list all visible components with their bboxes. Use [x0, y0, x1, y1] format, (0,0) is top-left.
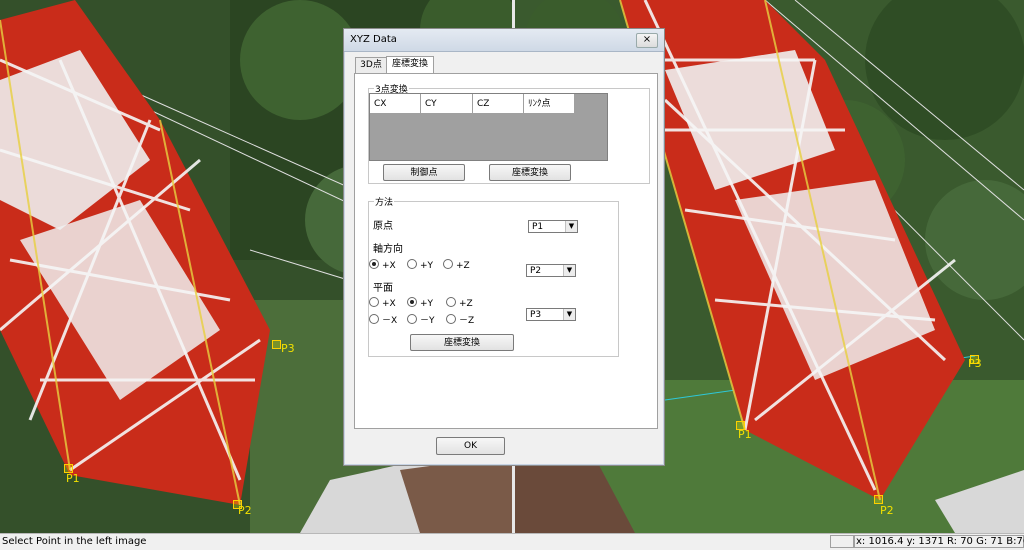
grid-header-link-point[interactable]: ﾘﾝｸ点 [524, 94, 575, 114]
radio-dot [407, 314, 417, 324]
tab-coordinate-transform[interactable]: 座標変換 [386, 56, 434, 74]
chevron-down-icon: ▼ [563, 309, 575, 320]
ok-button[interactable]: OK [436, 437, 505, 455]
radio-dot [407, 259, 417, 269]
method-group: 方法 原点 P1 ▼ 軸方向 +X +Y +Z P2 ▼ 平面 +X +Y +Z… [368, 195, 619, 357]
axis-radio-plus-y[interactable]: +Y [407, 259, 433, 271]
dialog-title: XYZ Data [350, 34, 397, 45]
chevron-down-icon: ▼ [565, 221, 577, 232]
dialog-titlebar[interactable]: XYZ Data × [344, 29, 664, 52]
axis-select[interactable]: P2 ▼ [526, 264, 576, 277]
origin-select-value: P1 [532, 222, 544, 232]
origin-label: 原点 [373, 221, 393, 232]
point-marker-p2[interactable] [874, 495, 883, 504]
plane-radio-minus-y[interactable]: －Y [407, 313, 435, 326]
point-label-p2: P2 [880, 504, 894, 517]
point-marker-p3[interactable] [272, 340, 281, 349]
grid-header-cz[interactable]: CZ [473, 94, 524, 114]
three-point-group: 3点変換 CX CY CZ ﾘﾝｸ点 制御点 座標変換 [368, 82, 650, 184]
radio-dot [443, 259, 453, 269]
radio-dot [369, 297, 379, 307]
plane-radio-plus-z[interactable]: +Z [446, 297, 473, 309]
status-coordinates: x: 1016.4 y: 1371 R: 70 G: 71 B:76 [856, 536, 1024, 547]
plane-select-value: P3 [530, 310, 542, 320]
close-button[interactable]: × [636, 33, 658, 48]
axis-radio-plus-z[interactable]: +Z [443, 259, 470, 271]
point-label-p3: P3 [968, 357, 982, 370]
radio-dot [407, 297, 417, 307]
grid-header-cy[interactable]: CY [421, 94, 473, 114]
plane-radio-plus-y[interactable]: +Y [407, 297, 433, 309]
plane-radio-minus-x[interactable]: －X [369, 313, 397, 326]
plane-select[interactable]: P3 ▼ [526, 308, 576, 321]
point-label-p2: P2 [238, 504, 252, 517]
plane-label: 平面 [373, 283, 393, 294]
point-label-p1: P1 [66, 472, 80, 485]
method-group-title: 方法 [374, 195, 395, 208]
axis-radio-plus-x[interactable]: +X [369, 259, 396, 271]
status-pane-empty [830, 535, 854, 548]
point-label-p1: P1 [738, 428, 752, 441]
radio-dot [369, 259, 379, 269]
origin-select[interactable]: P1 ▼ [528, 220, 578, 233]
chevron-down-icon: ▼ [563, 265, 575, 276]
grid-header-cx[interactable]: CX [370, 94, 421, 114]
axis-direction-label: 軸方向 [373, 244, 403, 255]
radio-dot [369, 314, 379, 324]
status-bar: Select Point in the left image x: 1016.4… [0, 533, 1024, 550]
status-message: Select Point in the left image [2, 536, 147, 547]
radio-dot [446, 297, 456, 307]
control-points-button[interactable]: 制御点 [383, 164, 465, 181]
transform-grid[interactable]: CX CY CZ ﾘﾝｸ点 [369, 93, 608, 161]
axis-select-value: P2 [530, 266, 542, 276]
radio-dot [446, 314, 456, 324]
tab-3d-points[interactable]: 3D点 [355, 57, 387, 73]
point-label-p3: P3 [281, 342, 295, 355]
plane-radio-plus-x[interactable]: +X [369, 297, 396, 309]
transform-button-bottom[interactable]: 座標変換 [410, 334, 514, 351]
xyz-data-dialog: XYZ Data × 3D点 座標変換 3点変換 CX CY CZ ﾘﾝｸ点 制… [343, 28, 665, 466]
plane-radio-minus-z[interactable]: －Z [446, 313, 474, 326]
transform-button-top[interactable]: 座標変換 [489, 164, 571, 181]
tab-panel-coordinate-transform: 3点変換 CX CY CZ ﾘﾝｸ点 制御点 座標変換 方法 原点 P1 ▼ 軸… [354, 73, 658, 429]
